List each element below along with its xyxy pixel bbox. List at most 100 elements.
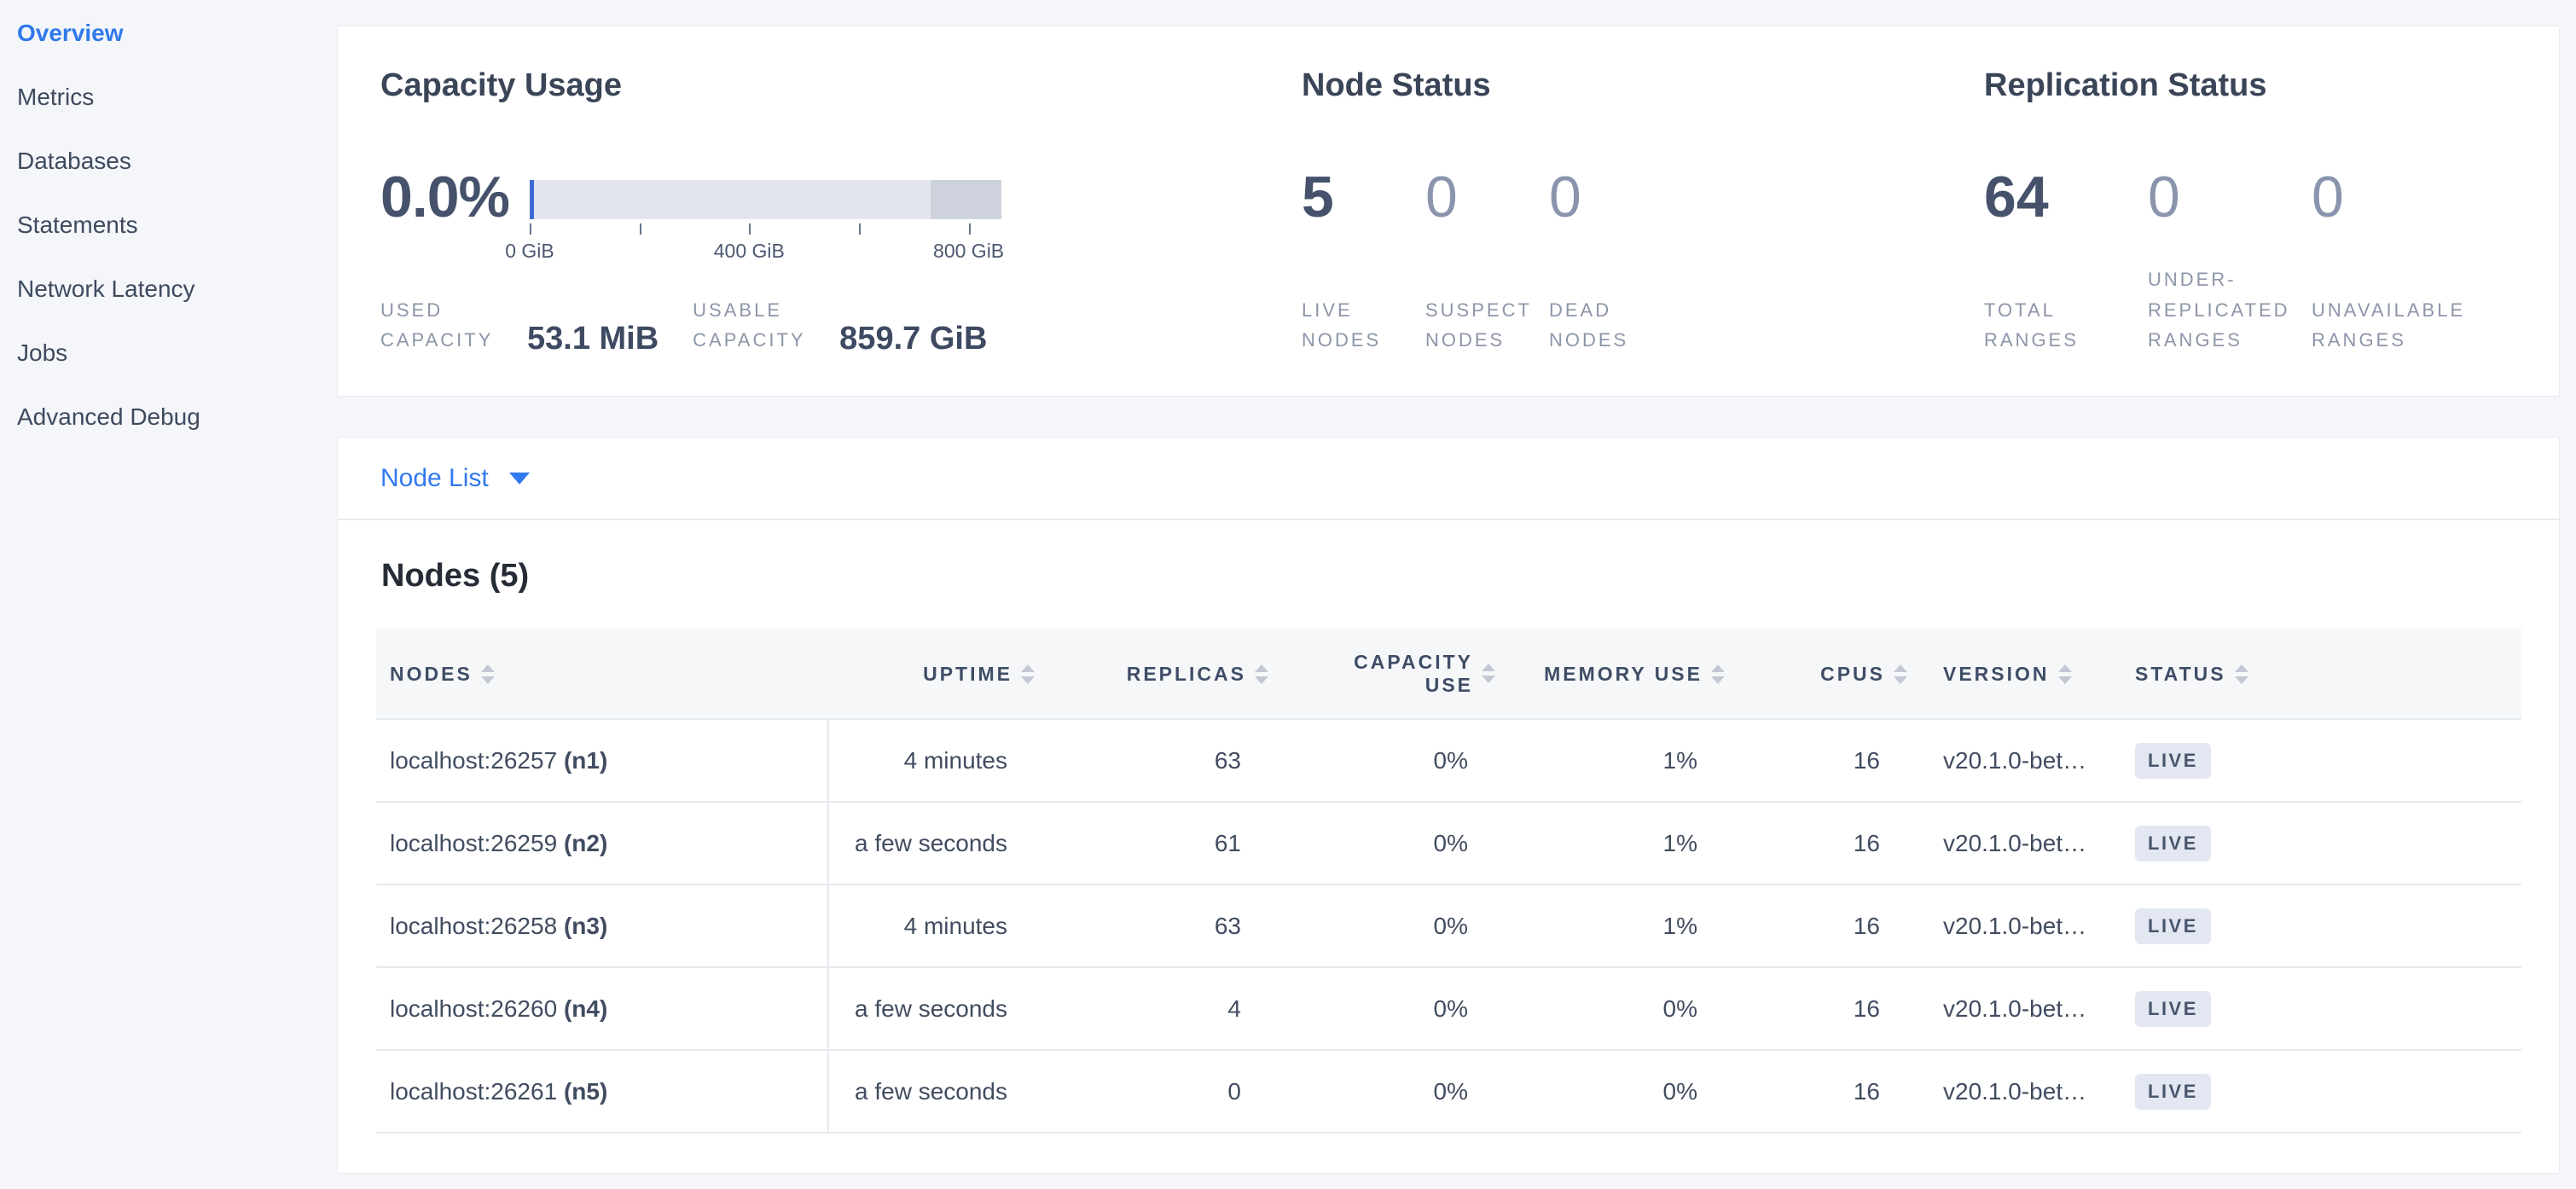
version-cell: v20.1.0-bet… bbox=[1909, 719, 2132, 802]
sort-icon[interactable] bbox=[2235, 664, 2249, 684]
dead-nodes-metric: 0 DEAD NODES bbox=[1549, 168, 1662, 355]
sort-icon[interactable] bbox=[1021, 664, 1036, 684]
dead-nodes-value: 0 bbox=[1549, 168, 1662, 226]
sort-icon[interactable] bbox=[1482, 664, 1496, 683]
replication-status-panel: Replication Status 64 TOTAL RANGES 0 UND… bbox=[1984, 67, 2516, 355]
cpus-cell: 16 bbox=[1726, 967, 1909, 1050]
capacity-use-cell: 0% bbox=[1270, 884, 1497, 967]
sort-icon[interactable] bbox=[481, 664, 496, 684]
suspect-nodes-value: 0 bbox=[1425, 168, 1549, 226]
under-replicated-ranges-label: UNDER-REPLICATED RANGES bbox=[2148, 264, 2306, 355]
uptime-cell: 4 minutes bbox=[828, 719, 1036, 802]
table-row: localhost:26261 (n5) a few seconds 0 0% … bbox=[376, 1050, 2521, 1133]
sidebar-item-databases[interactable]: Databases bbox=[0, 129, 337, 193]
app-root: Overview Metrics Databases Statements Ne… bbox=[0, 0, 2576, 1174]
uptime-cell: a few seconds bbox=[828, 1050, 1036, 1133]
node-address-cell[interactable]: localhost:26257 (n1) bbox=[376, 719, 828, 802]
nodes-table-section: Nodes (5) NODES UPTIME REPLICAS CAPACITY… bbox=[338, 520, 2559, 1173]
usable-capacity-value: 859.7 GiB bbox=[839, 322, 987, 355]
sort-icon[interactable] bbox=[2058, 664, 2073, 684]
used-capacity-value: 53.1 MiB bbox=[527, 322, 659, 355]
capacity-use-cell: 0% bbox=[1270, 719, 1497, 802]
sidebar-item-jobs[interactable]: Jobs bbox=[0, 321, 337, 385]
used-capacity-label: USED CAPACITY bbox=[380, 295, 519, 355]
sort-icon[interactable] bbox=[1711, 664, 1726, 684]
usable-capacity-label: USABLE CAPACITY bbox=[693, 295, 831, 355]
capacity-usage-title: Capacity Usage bbox=[380, 67, 1302, 105]
memory-use-cell: 0% bbox=[1497, 1050, 1726, 1133]
node-list-dropdown-label: Node List bbox=[380, 464, 489, 493]
column-header-capacity-use[interactable]: CAPACITY USE bbox=[1270, 629, 1497, 719]
capacity-usage-panel: Capacity Usage 0.0% 0 GiB400 GiB800 GiB … bbox=[380, 67, 1302, 355]
sidebar-item-network-latency[interactable]: Network Latency bbox=[0, 257, 337, 321]
node-status-panel: Node Status 5 LIVE NODES 0 SUSPECT NODES… bbox=[1302, 67, 1984, 355]
column-header-memory-use[interactable]: MEMORY USE bbox=[1497, 629, 1726, 719]
status-badge: LIVE bbox=[2135, 1074, 2211, 1110]
version-cell: v20.1.0-bet… bbox=[1909, 1050, 2132, 1133]
cpus-cell: 16 bbox=[1726, 884, 1909, 967]
sort-icon[interactable] bbox=[1894, 664, 1908, 684]
sidebar-item-advanced-debug[interactable]: Advanced Debug bbox=[0, 385, 337, 449]
node-address-cell[interactable]: localhost:26261 (n5) bbox=[376, 1050, 828, 1133]
status-cell: LIVE bbox=[2132, 802, 2521, 884]
capacity-use-cell: 0% bbox=[1270, 802, 1497, 884]
status-cell: LIVE bbox=[2132, 719, 2521, 802]
uptime-cell: a few seconds bbox=[828, 802, 1036, 884]
column-header-status[interactable]: STATUS bbox=[2132, 629, 2521, 719]
table-row: localhost:26259 (n2) a few seconds 61 0%… bbox=[376, 802, 2521, 884]
under-replicated-ranges-value: 0 bbox=[2148, 168, 2312, 226]
unavailable-ranges-label: UNAVAILABLE RANGES bbox=[2312, 295, 2469, 355]
suspect-nodes-label: SUSPECT NODES bbox=[1425, 295, 1538, 355]
view-selector-row: Node List bbox=[338, 438, 2559, 520]
sidebar-item-label: Statements bbox=[17, 212, 138, 239]
nodes-table: NODES UPTIME REPLICAS CAPACITY USE MEMOR… bbox=[376, 629, 2521, 1134]
sidebar-item-label: Jobs bbox=[17, 339, 67, 367]
replicas-cell: 4 bbox=[1036, 967, 1270, 1050]
sidebar-item-metrics[interactable]: Metrics bbox=[0, 65, 337, 129]
under-replicated-ranges-metric: 0 UNDER-REPLICATED RANGES bbox=[2148, 168, 2312, 355]
cluster-overview-card: Capacity Usage 0.0% 0 GiB400 GiB800 GiB … bbox=[337, 26, 2560, 397]
node-address-cell[interactable]: localhost:26259 (n2) bbox=[376, 802, 828, 884]
column-header-nodes[interactable]: NODES bbox=[376, 629, 828, 719]
unavailable-ranges-value: 0 bbox=[2312, 168, 2469, 226]
replicas-cell: 61 bbox=[1036, 802, 1270, 884]
column-header-replicas[interactable]: REPLICAS bbox=[1036, 629, 1270, 719]
replication-status-title: Replication Status bbox=[1984, 67, 2516, 105]
node-status-title: Node Status bbox=[1302, 67, 1984, 105]
column-header-cpus[interactable]: CPUS bbox=[1726, 629, 1909, 719]
usable-capacity-stat: USABLE CAPACITY 859.7 GiB bbox=[693, 295, 987, 355]
total-ranges-metric: 64 TOTAL RANGES bbox=[1984, 168, 2148, 355]
node-address-cell[interactable]: localhost:26258 (n3) bbox=[376, 884, 828, 967]
sidebar-item-statements[interactable]: Statements bbox=[0, 193, 337, 257]
sidebar-item-label: Network Latency bbox=[17, 276, 195, 303]
sidebar: Overview Metrics Databases Statements Ne… bbox=[0, 0, 337, 1174]
cpus-cell: 16 bbox=[1726, 719, 1909, 802]
live-nodes-label: LIVE NODES bbox=[1302, 295, 1414, 355]
sidebar-item-label: Databases bbox=[17, 148, 131, 175]
sidebar-item-label: Overview bbox=[17, 20, 124, 47]
capacity-use-cell: 0% bbox=[1270, 967, 1497, 1050]
main-content: Capacity Usage 0.0% 0 GiB400 GiB800 GiB … bbox=[337, 0, 2576, 1174]
cpus-cell: 16 bbox=[1726, 802, 1909, 884]
uptime-cell: a few seconds bbox=[828, 967, 1036, 1050]
status-badge: LIVE bbox=[2135, 908, 2211, 944]
table-row: localhost:26258 (n3) 4 minutes 63 0% 1% … bbox=[376, 884, 2521, 967]
live-nodes-value: 5 bbox=[1302, 168, 1425, 226]
node-list-dropdown[interactable]: Node List bbox=[380, 464, 530, 493]
replicas-cell: 63 bbox=[1036, 884, 1270, 967]
cpus-cell: 16 bbox=[1726, 1050, 1909, 1133]
replicas-cell: 63 bbox=[1036, 719, 1270, 802]
sort-icon[interactable] bbox=[1255, 664, 1269, 684]
column-header-version[interactable]: VERSION bbox=[1909, 629, 2132, 719]
status-cell: LIVE bbox=[2132, 884, 2521, 967]
sidebar-item-label: Metrics bbox=[17, 84, 94, 111]
status-badge: LIVE bbox=[2135, 826, 2211, 861]
capacity-bar bbox=[530, 180, 1001, 219]
dead-nodes-label: DEAD NODES bbox=[1549, 295, 1662, 355]
memory-use-cell: 0% bbox=[1497, 967, 1726, 1050]
sidebar-item-overview[interactable]: Overview bbox=[0, 1, 337, 65]
column-header-uptime[interactable]: UPTIME bbox=[828, 629, 1036, 719]
total-ranges-label: TOTAL RANGES bbox=[1984, 295, 2142, 355]
table-row: localhost:26260 (n4) a few seconds 4 0% … bbox=[376, 967, 2521, 1050]
node-address-cell[interactable]: localhost:26260 (n4) bbox=[376, 967, 828, 1050]
